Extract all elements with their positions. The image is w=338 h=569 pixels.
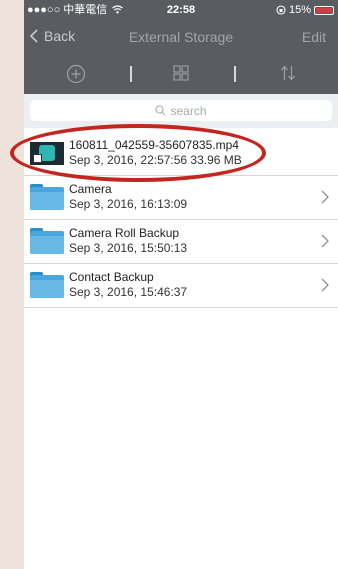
chevron-right-icon [321, 190, 329, 204]
file-meta: Sep 3, 2016, 22:57:56 33.96 MB [69, 153, 242, 167]
edit-button[interactable]: Edit [302, 29, 326, 45]
battery-indicator: 15% [276, 0, 334, 20]
page-title: External Storage [128, 29, 234, 45]
list-item-folder[interactable]: Camera Roll Backup Sep 3, 2016, 15:50:13 [24, 220, 338, 264]
list-item-video[interactable]: 160811_042559-35607835.mp4 Sep 3, 2016, … [24, 132, 338, 176]
toolbar-divider [130, 66, 132, 82]
chevron-right-icon [321, 278, 329, 292]
grid-view-button[interactable] [172, 64, 194, 84]
folder-icon [30, 272, 64, 299]
folder-name: Contact Backup [69, 270, 154, 284]
toolbar-divider [234, 66, 236, 82]
folder-meta: Sep 3, 2016, 15:46:37 [69, 285, 188, 299]
file-list: 160811_042559-35607835.mp4 Sep 3, 2016, … [24, 132, 338, 308]
sort-button[interactable] [280, 64, 302, 84]
orientation-lock-icon [276, 5, 286, 15]
search-input[interactable]: search [30, 100, 332, 121]
status-bar: ●●●○○ 中華電信 22:58 15% [24, 0, 338, 20]
phone-screen: ●●●○○ 中華電信 22:58 15% Back External Stora… [24, 0, 338, 569]
grid-view-icon [173, 65, 189, 81]
folder-icon [30, 228, 64, 255]
toolbar [24, 60, 338, 88]
list-item-folder[interactable]: Camera Sep 3, 2016, 16:13:09 [24, 176, 338, 220]
list-item-folder[interactable]: Contact Backup Sep 3, 2016, 15:46:37 [24, 264, 338, 308]
add-icon [66, 64, 86, 84]
folder-name: Camera Roll Backup [69, 226, 180, 240]
header: ●●●○○ 中華電信 22:58 15% Back External Stora… [24, 0, 338, 94]
search-bar: search [24, 94, 338, 128]
battery-icon [314, 5, 334, 15]
search-icon [155, 105, 166, 116]
video-thumbnail [30, 140, 64, 167]
search-placeholder: search [170, 103, 207, 118]
folder-icon [30, 184, 64, 211]
chevron-right-icon [321, 234, 329, 248]
navigation-bar: Back External Storage Edit [24, 26, 338, 50]
folder-meta: Sep 3, 2016, 16:13:09 [69, 197, 188, 211]
battery-percent: 15% [288, 4, 311, 16]
add-button[interactable] [66, 64, 88, 84]
file-name: 160811_042559-35607835.mp4 [69, 138, 239, 152]
sort-icon [281, 65, 295, 81]
folder-name: Camera [69, 182, 112, 196]
folder-meta: Sep 3, 2016, 15:50:13 [69, 241, 188, 255]
